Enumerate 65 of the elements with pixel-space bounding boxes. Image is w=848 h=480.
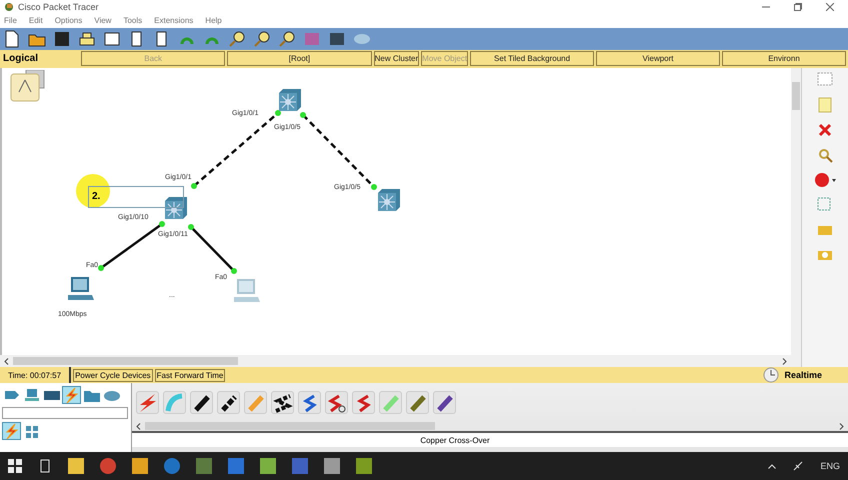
cursor-highlight: [76, 174, 110, 208]
print-icon[interactable]: [78, 30, 96, 48]
scrollbar-thumb[interactable]: [13, 357, 238, 366]
switch-icon[interactable]: [376, 188, 400, 211]
app-icon[interactable]: [324, 458, 340, 474]
category-icon: [3, 422, 20, 440]
computer-icon[interactable]: [68, 276, 94, 301]
category-icon: [23, 386, 40, 404]
note-field[interactable]: 2.: [88, 186, 184, 208]
scrollbar-thumb[interactable]: [792, 82, 800, 110]
close-icon[interactable]: [826, 2, 834, 11]
scroll-right-icon[interactable]: [839, 422, 844, 430]
device-category[interactable]: [62, 386, 81, 404]
draw-ellipse-icon[interactable]: [814, 172, 836, 188]
menu-item[interactable]: Options: [54, 16, 82, 26]
workspace-mode-label: Logical: [2, 53, 40, 64]
language-indicator[interactable]: ENG: [820, 461, 840, 472]
menu-item[interactable]: View: [94, 16, 112, 26]
menu-item[interactable]: Tools: [123, 16, 142, 26]
new-file-icon[interactable]: [3, 30, 21, 48]
menu-item[interactable]: Extensions: [154, 16, 194, 26]
switch-icon[interactable]: [277, 88, 301, 111]
menu-item[interactable]: Help: [205, 16, 222, 26]
workspace-button[interactable]: Environn: [722, 51, 846, 66]
menu-item[interactable]: Edit: [28, 16, 43, 26]
device-subcategory[interactable]: [2, 422, 21, 440]
status-label: Copper Cross-Over: [132, 431, 848, 448]
scroll-right-icon[interactable]: [782, 358, 787, 365]
windows-start-icon[interactable]: [8, 459, 22, 474]
scroll-left-icon[interactable]: [136, 422, 141, 430]
cable-link[interactable]: [188, 224, 237, 274]
tray-chevron-icon[interactable]: [768, 464, 776, 469]
scroll-left-icon[interactable]: [4, 358, 9, 365]
time-label: Time: 00:07:57: [0, 367, 72, 384]
zoom-out-icon[interactable]: [278, 30, 296, 48]
search-field[interactable]: [2, 407, 128, 420]
inspect-icon[interactable]: [817, 146, 833, 163]
window-title: Cisco Packet Tracer: [18, 2, 99, 12]
cable-type-button[interactable]: [433, 391, 456, 414]
maximize-icon[interactable]: [794, 2, 802, 11]
cable-link[interactable]: [300, 112, 377, 190]
simulation-button[interactable]: Power Cycle Devices: [73, 368, 153, 382]
cable-type-button[interactable]: [217, 391, 240, 414]
switch-icon[interactable]: [163, 196, 187, 219]
menu-item[interactable]: File: [4, 16, 17, 26]
workspace-button[interactable]: New Cluster: [374, 51, 420, 66]
scrollbar-thumb[interactable]: [145, 422, 435, 430]
app-icon[interactable]: [132, 458, 148, 474]
realtime-mode-label[interactable]: Realtime: [784, 370, 822, 380]
workspace-button[interactable]: Viewport: [596, 51, 720, 66]
app-logo-icon: [4, 2, 14, 12]
app-icon[interactable]: [260, 458, 276, 474]
zoom-reset-icon[interactable]: [253, 30, 271, 48]
workspace-button[interactable]: Set Tiled Background: [470, 51, 594, 66]
cable-type-button[interactable]: [190, 391, 213, 414]
zoom-in-icon[interactable]: [228, 30, 246, 48]
clock-icon[interactable]: [762, 367, 780, 384]
simulation-button[interactable]: Fast Forward Time: [154, 368, 226, 382]
task-view-icon[interactable]: [38, 459, 52, 474]
workspace-button[interactable]: [Root]: [227, 51, 372, 66]
delete-icon[interactable]: [817, 122, 833, 138]
category-icon: [63, 386, 80, 404]
resize-icon[interactable]: [817, 196, 833, 213]
app-icon[interactable]: [164, 458, 180, 474]
app-icon[interactable]: [356, 458, 372, 474]
